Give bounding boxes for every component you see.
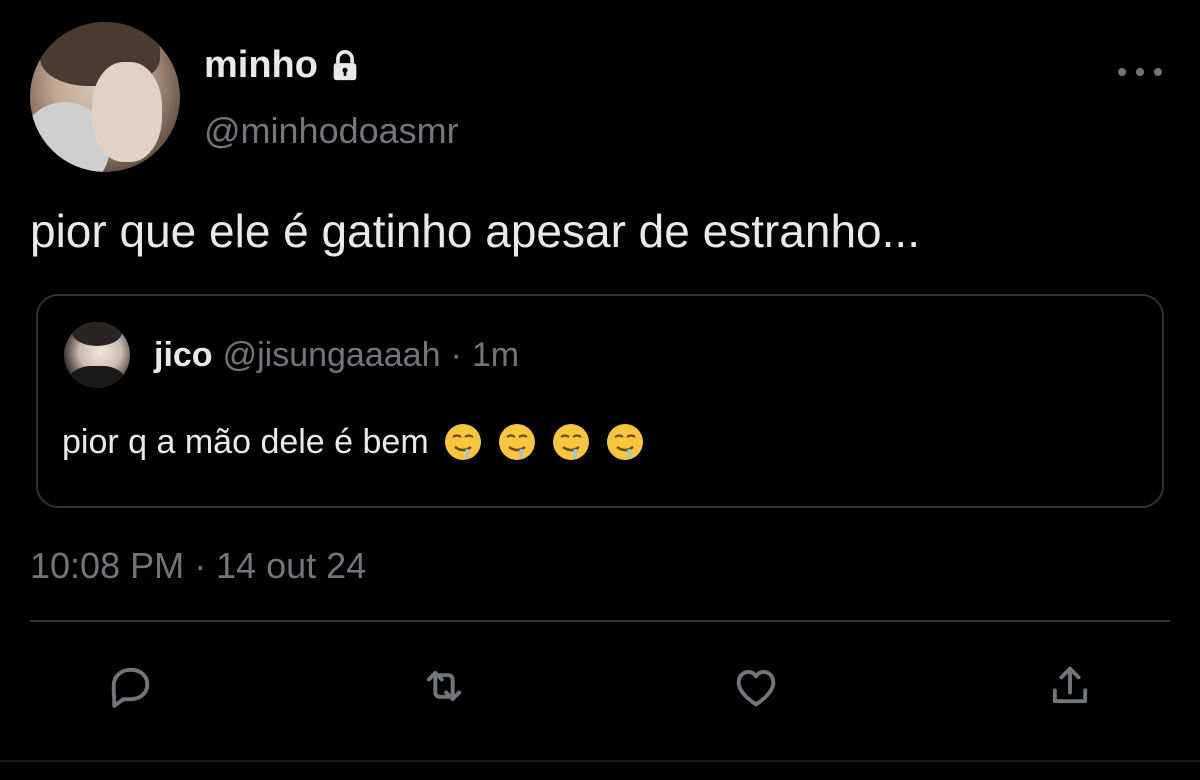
quoted-avatar-body-shape <box>68 366 126 388</box>
quoted-separator: · <box>450 336 462 374</box>
quoted-author-name[interactable]: jico <box>154 336 213 375</box>
tweet-detail: minho @minhodoasmr pior que ele é gatinh… <box>0 0 1200 780</box>
more-dot <box>1136 68 1144 76</box>
reply-button[interactable] <box>100 658 160 718</box>
share-button[interactable] <box>1040 658 1100 718</box>
more-dot <box>1118 68 1126 76</box>
bottom-divider <box>0 760 1200 762</box>
drooling-face-icon <box>443 422 483 462</box>
like-icon <box>730 660 782 717</box>
divider <box>30 620 1170 622</box>
drooling-face-icon <box>497 422 537 462</box>
retweet-button[interactable] <box>414 658 474 718</box>
reply-icon <box>104 660 156 717</box>
quoted-tweet-text: pior q a mão dele é bem <box>62 422 429 461</box>
lock-icon <box>328 49 362 83</box>
drooling-face-icon <box>605 422 645 462</box>
more-options-icon[interactable] <box>1118 62 1162 82</box>
like-button[interactable] <box>726 658 786 718</box>
drooling-face-icon <box>551 422 591 462</box>
more-dot <box>1154 68 1162 76</box>
quoted-tweet-text-row: pior q a mão dele é bem <box>62 422 645 462</box>
tweet-text: pior que ele é gatinho apesar de estranh… <box>30 205 920 257</box>
retweet-icon <box>418 660 470 717</box>
quoted-tweet-card[interactable]: jico @jisungaaaah · 1m pior q a mão dele… <box>36 294 1164 508</box>
quoted-time[interactable]: 1m <box>472 336 519 375</box>
author-handle[interactable]: @minhodoasmr <box>204 110 459 152</box>
share-icon <box>1044 660 1096 717</box>
quoted-author-avatar[interactable] <box>64 322 130 388</box>
author-display-name[interactable]: minho <box>204 44 318 87</box>
avatar-face-shape <box>92 62 162 162</box>
author-avatar[interactable] <box>30 22 180 172</box>
quoted-author-handle[interactable]: @jisungaaaah <box>223 336 441 375</box>
author-name-row[interactable]: minho <box>204 44 362 87</box>
quoted-avatar-hair-shape <box>72 322 122 346</box>
tweet-actions-bar <box>0 658 1200 728</box>
tweet-timestamp[interactable]: 10:08 PM · 14 out 24 <box>30 545 366 587</box>
quoted-tweet-header: jico @jisungaaaah · 1m <box>154 336 519 375</box>
